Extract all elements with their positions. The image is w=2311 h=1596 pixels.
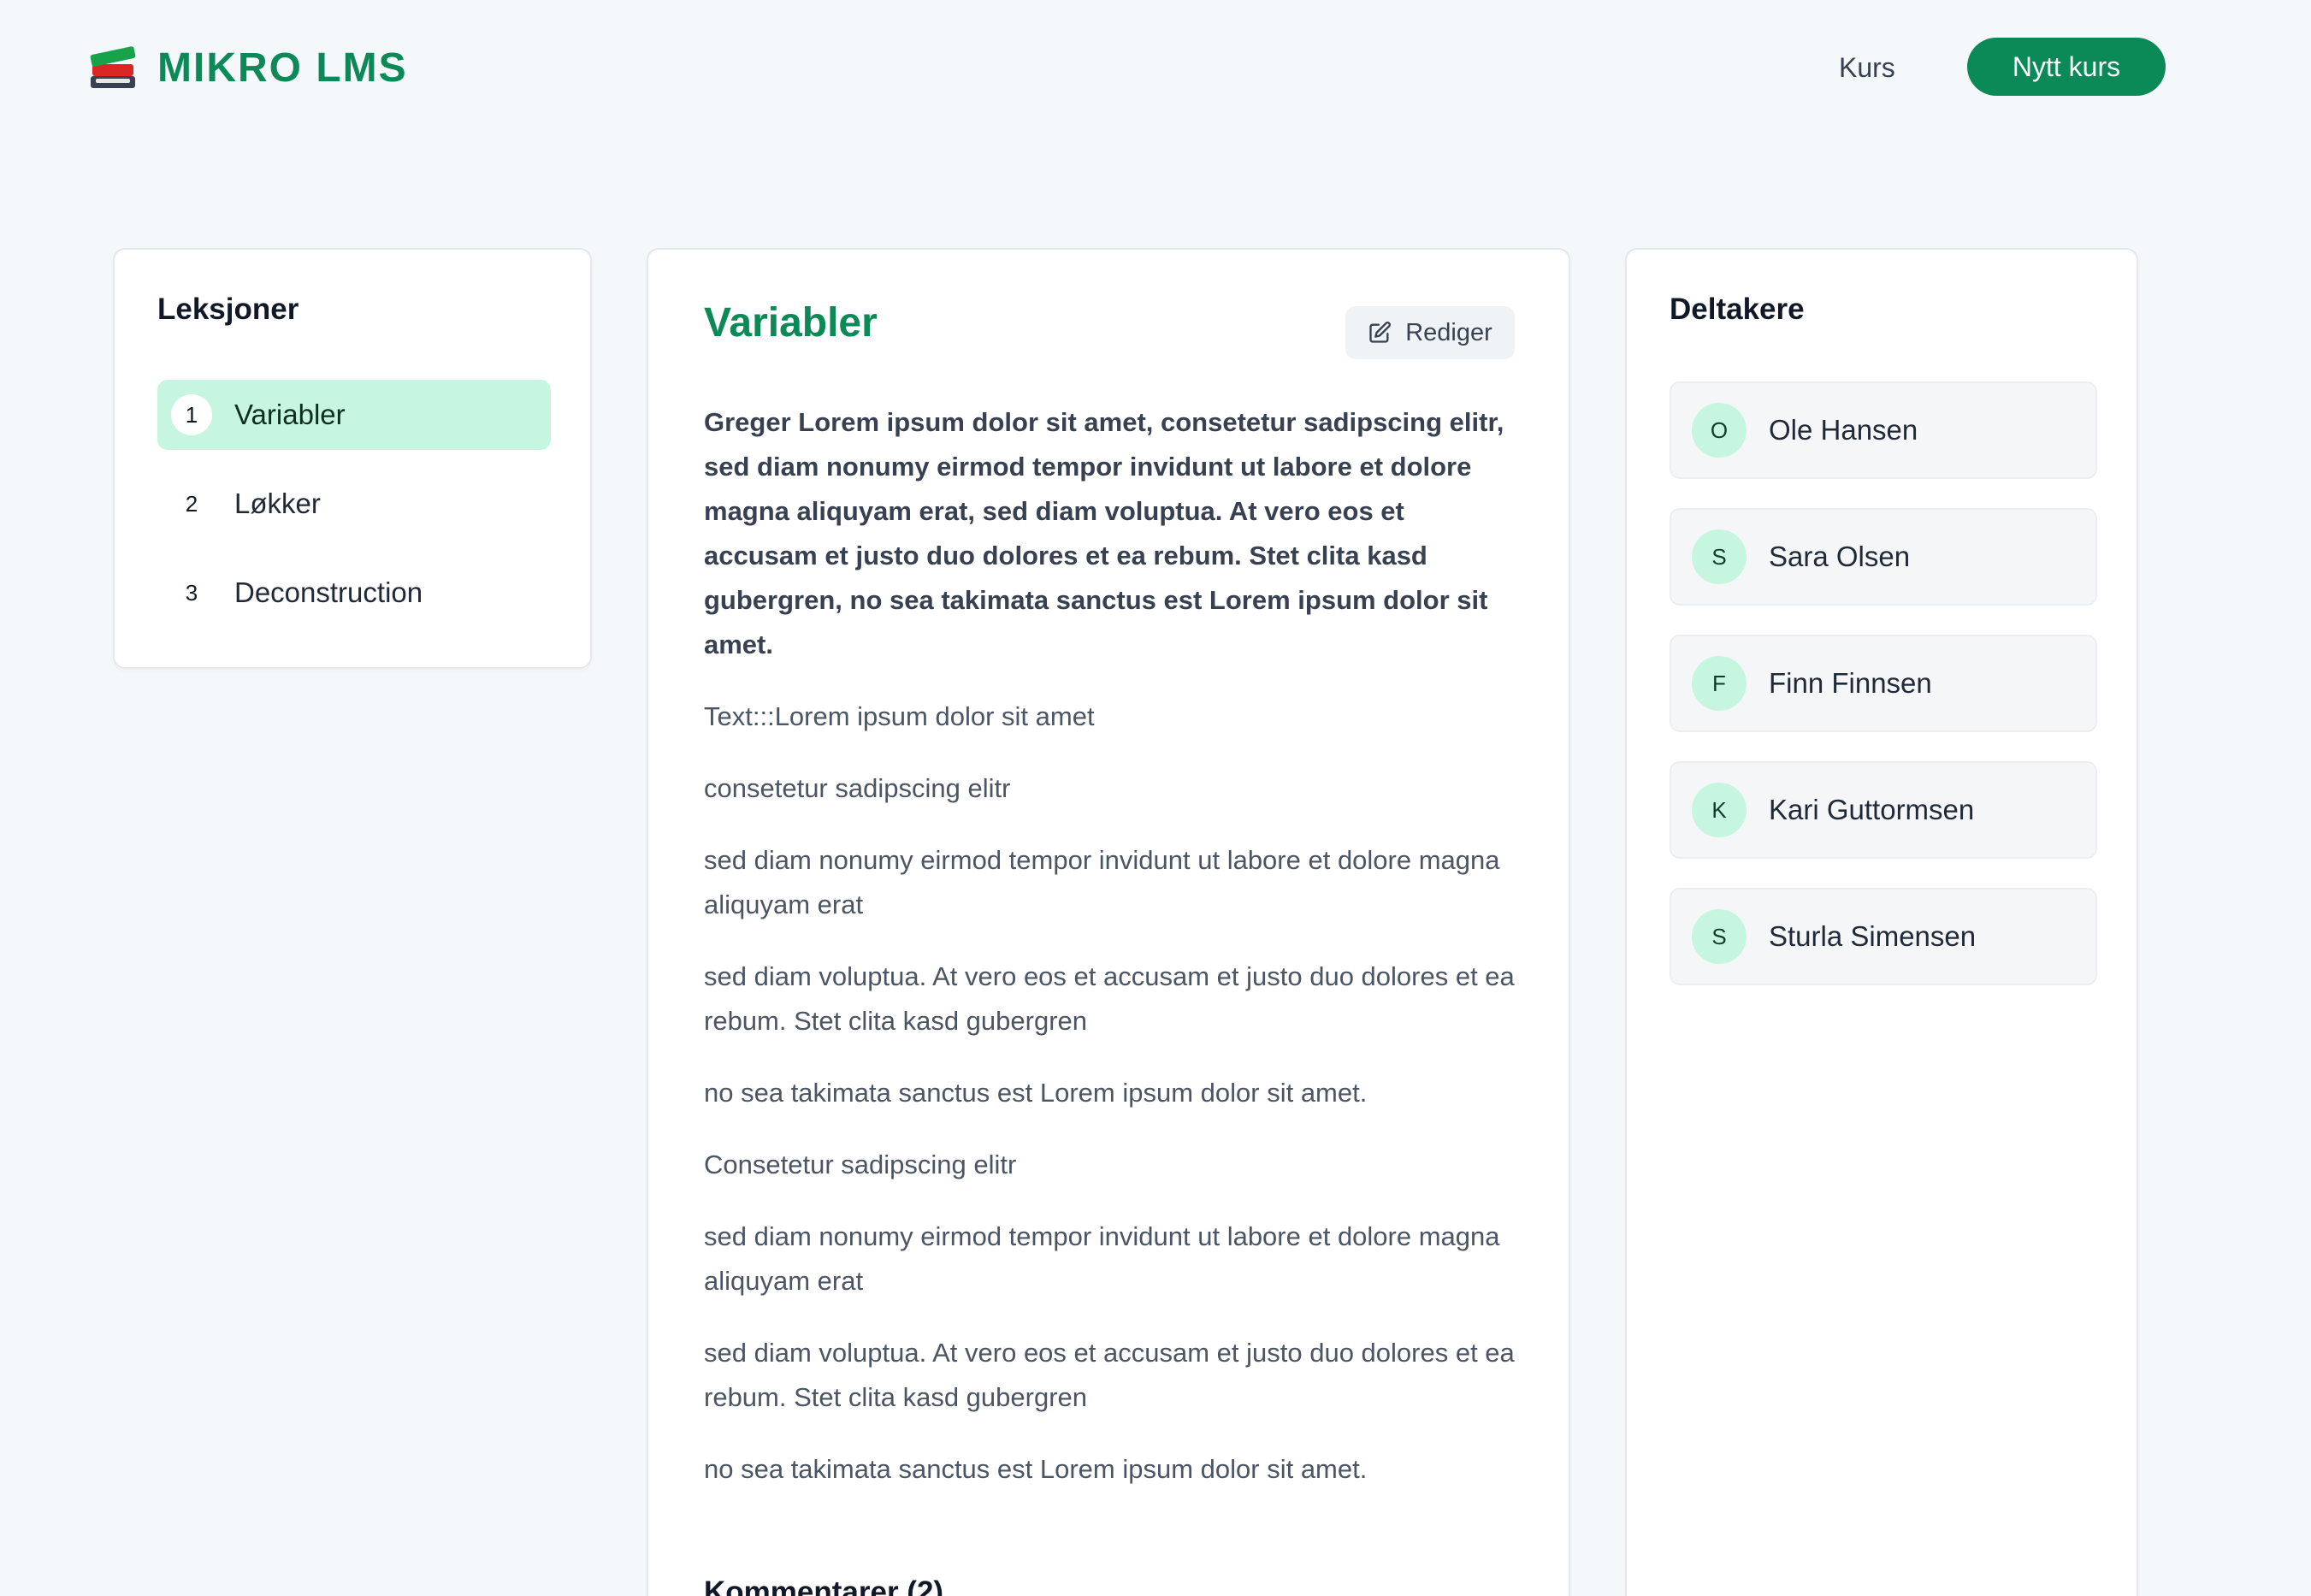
lesson-paragraph: consetetur sadipscing elitr (704, 773, 1011, 803)
lesson-paragraph: sed diam voluptua. At vero eos et accusa… (704, 1338, 1515, 1412)
participant-name: Sturla Simensen (1769, 920, 1977, 952)
avatar: F (1692, 656, 1747, 711)
avatar: S (1692, 909, 1747, 964)
participant-name: Finn Finnsen (1769, 667, 1932, 699)
avatar: S (1692, 529, 1747, 584)
lesson-paragraph: sed diam voluptua. At vero eos et accusa… (704, 961, 1515, 1036)
lesson-title: Variabler (704, 300, 878, 346)
participant-list: O Ole Hansen S Sara Olsen F Finn Finnsen… (1670, 381, 2097, 1014)
lesson-paragraph: no sea takimata sanctus est Lorem ipsum … (704, 1454, 1368, 1484)
avatar: K (1692, 783, 1747, 837)
lesson-label: Løkker (234, 488, 321, 519)
lesson-item-deconstruction[interactable]: 3 Deconstruction (157, 558, 551, 628)
pencil-square-icon (1369, 322, 1392, 343)
books-icon (89, 44, 137, 92)
lesson-paragraph: no sea takimata sanctus est Lorem ipsum … (704, 1078, 1368, 1108)
participant-item[interactable]: K Kari Guttormsen (1670, 761, 2097, 859)
participant-item[interactable]: O Ole Hansen (1670, 381, 2097, 479)
lesson-paragraph: sed diam nonumy eirmod tempor invidunt u… (704, 845, 1500, 919)
participant-name: Sara Olsen (1769, 541, 1911, 572)
lesson-list: 1 Variabler 2 Løkker 3 Deconstruction (157, 380, 551, 647)
lesson-content-panel: Variabler Rediger Greger Lorem ipsum dol… (647, 248, 1570, 1596)
brand-name: MIKRO LMS (157, 44, 408, 91)
participants-title: Deltakere (1670, 293, 1805, 326)
participant-name: Kari Guttormsen (1769, 794, 1975, 825)
lesson-label: Deconstruction (234, 576, 423, 608)
participant-item[interactable]: S Sara Olsen (1670, 508, 2097, 606)
lesson-number: 2 (171, 483, 212, 524)
participant-item[interactable]: F Finn Finnsen (1670, 635, 2097, 732)
top-header: MIKRO LMS Kurs Nytt kurs (0, 0, 2311, 135)
edit-button[interactable]: Rediger (1345, 306, 1515, 359)
brand[interactable]: MIKRO LMS (89, 39, 408, 96)
participant-item[interactable]: S Sturla Simensen (1670, 888, 2097, 985)
lesson-paragraph: Consetetur sadipscing elitr (704, 1150, 1017, 1179)
participants-panel: Deltakere O Ole Hansen S Sara Olsen F Fi… (1625, 248, 2138, 1596)
nav-link-courses[interactable]: Kurs (1839, 38, 1895, 98)
lesson-paragraph: Text:::Lorem ipsum dolor sit amet (704, 701, 1095, 731)
new-course-button[interactable]: Nytt kurs (1967, 38, 2166, 96)
lesson-lead: Greger Lorem ipsum dolor sit amet, conse… (704, 407, 1504, 659)
participant-name: Ole Hansen (1769, 414, 1918, 446)
lesson-number: 3 (171, 572, 212, 613)
edit-label: Rediger (1405, 318, 1492, 346)
lesson-label: Variabler (234, 399, 346, 430)
lessons-title: Leksjoner (157, 293, 299, 326)
lesson-paragraph: sed diam nonumy eirmod tempor invidunt u… (704, 1221, 1500, 1296)
lesson-item-lokker[interactable]: 2 Løkker (157, 469, 551, 539)
lesson-number: 1 (171, 394, 212, 435)
avatar: O (1692, 403, 1747, 458)
lessons-panel: Leksjoner 1 Variabler 2 Løkker 3 Deconst… (113, 248, 592, 669)
lesson-item-variabler[interactable]: 1 Variabler (157, 380, 551, 450)
comments-heading: Kommentarer (2) (704, 1575, 944, 1596)
lesson-body: Greger Lorem ipsum dolor sit amet, conse… (704, 400, 1516, 1519)
